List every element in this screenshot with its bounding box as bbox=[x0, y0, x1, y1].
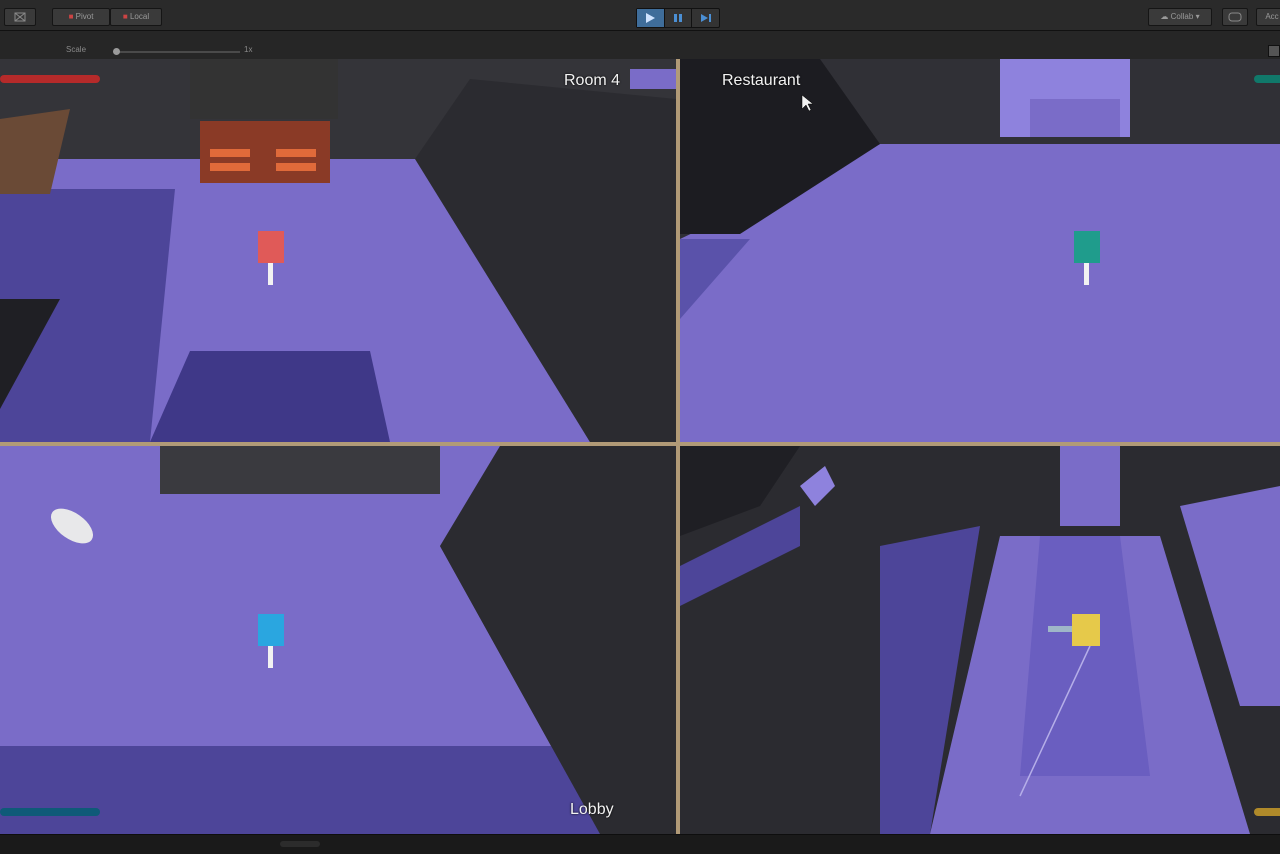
viewport-label-room-4: Room 4 bbox=[564, 72, 621, 89]
rect-tool-icon bbox=[14, 12, 26, 22]
cloud-icon: ☁ bbox=[1160, 12, 1169, 21]
transform-tools[interactable] bbox=[4, 8, 36, 26]
pivot-toggle[interactable]: ■ Pivot bbox=[52, 8, 110, 26]
viewport-lobby: Lobby bbox=[0, 446, 676, 834]
scale-value: 1x bbox=[244, 45, 253, 54]
step-icon bbox=[700, 14, 711, 22]
account-dropdown[interactable]: Acc bbox=[1256, 8, 1280, 26]
play-controls bbox=[636, 8, 720, 28]
status-indicator bbox=[280, 841, 320, 847]
local-label: Local bbox=[129, 12, 150, 21]
health-bar-blue bbox=[0, 808, 100, 816]
maximize-button[interactable] bbox=[1268, 45, 1280, 57]
pause-button[interactable] bbox=[665, 9, 693, 27]
scale-slider-handle[interactable] bbox=[113, 48, 120, 55]
collab-dropdown[interactable]: ☁ Collab ▾ bbox=[1148, 8, 1212, 26]
viewport-corridor bbox=[680, 446, 1280, 834]
health-bar-yellow bbox=[1254, 808, 1280, 816]
scale-slider[interactable] bbox=[113, 48, 240, 55]
game-view-bar: Scale 1x bbox=[0, 31, 1280, 60]
health-bar-teal bbox=[1254, 75, 1280, 83]
viewport-label-lobby: Lobby bbox=[570, 801, 614, 818]
pivot-label: Pivot bbox=[75, 12, 94, 21]
status-bar bbox=[0, 834, 1280, 854]
restaurant-scene bbox=[680, 59, 1280, 442]
lobby-scene bbox=[0, 446, 676, 834]
split-divider-vertical bbox=[676, 59, 680, 834]
corridor-scene bbox=[680, 446, 1280, 834]
split-divider-horizontal bbox=[0, 442, 1280, 446]
viewport-room-4: Room 4 bbox=[0, 59, 676, 442]
pivot-icon: ■ bbox=[68, 12, 74, 21]
viewport-label-restaurant: Restaurant bbox=[722, 72, 801, 89]
refresh-icon bbox=[1228, 12, 1242, 22]
player-yellow bbox=[1072, 614, 1100, 646]
pause-icon bbox=[674, 14, 682, 22]
health-bar-red bbox=[0, 75, 100, 83]
chevron-down-icon: ▾ bbox=[1195, 12, 1200, 21]
services-button[interactable] bbox=[1222, 8, 1248, 26]
room-4-scene bbox=[0, 59, 676, 442]
local-toggle[interactable]: ■ Local bbox=[110, 8, 162, 26]
play-icon bbox=[646, 13, 656, 23]
play-button[interactable] bbox=[637, 9, 665, 27]
account-label: Acc bbox=[1265, 12, 1279, 21]
collab-label: Collab bbox=[1170, 12, 1194, 21]
scale-label: Scale bbox=[66, 45, 87, 54]
viewport-restaurant: Restaurant bbox=[680, 59, 1280, 442]
editor-toolbar: ■ Pivot ■ Local ☁ Collab ▾ Acc bbox=[0, 0, 1280, 31]
local-icon: ■ bbox=[122, 12, 128, 21]
step-button[interactable] bbox=[692, 9, 719, 27]
scale-control[interactable]: Scale bbox=[66, 45, 86, 55]
